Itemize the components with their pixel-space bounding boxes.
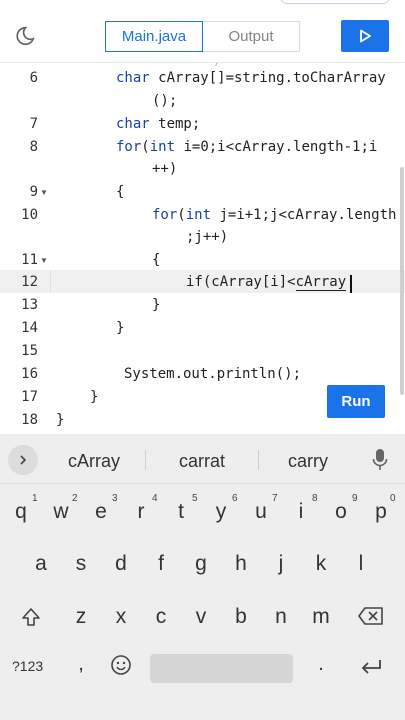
toolbar: Main.java Output [0,8,405,62]
code-line: { [116,184,125,200]
header-strip [0,0,405,8]
code-line: { [152,252,161,268]
code-line: } [116,320,125,336]
suggestion-3[interactable]: carry [272,451,344,472]
code-line: (); [152,93,178,109]
line-number: 10 [21,207,38,223]
symbols-key[interactable]: ?123 [12,658,43,674]
key-hint: 7 [272,493,278,504]
play-icon [360,29,371,43]
key-m[interactable]: m [306,605,336,629]
shift-icon[interactable] [20,606,42,628]
key-j[interactable]: j [266,552,296,576]
suggestion-2[interactable]: carrat [166,451,238,472]
code-line: } [152,297,161,313]
text-cursor [350,275,352,293]
emoji-icon[interactable] [110,654,132,676]
code-line: ++) [152,161,178,177]
key-hint: 9 [352,493,358,504]
code-line-active: if(cArray[i]<cArray [186,274,347,291]
line-number: 7 [29,116,38,132]
key-hint: 5 [192,493,198,504]
moon-icon[interactable] [14,25,36,47]
nav-bar-strip [0,710,405,720]
line-number: 15 [21,343,38,359]
key-k[interactable]: k [306,552,336,576]
key-comma[interactable]: , [66,653,96,676]
run-button[interactable]: Run [327,385,385,418]
scrolled-code-remnant: ‾‾‾‾‾‾‾ , [150,63,220,68]
key-hint: 0 [390,493,396,504]
editor-scrollbar[interactable] [400,167,404,395]
key-hint: 4 [152,493,158,504]
space-key[interactable] [150,654,293,683]
tab-output[interactable]: Output [203,21,300,52]
key-x[interactable]: x [106,605,136,629]
key-hint: 2 [72,493,78,504]
code-line: System.out.println(); [124,366,302,382]
line-number: 17 [21,389,38,405]
composing-word: cArray [295,274,347,291]
code-line: char temp; [116,116,201,132]
header-pill [280,0,390,4]
code-text: if(cArray[i]< [186,274,296,290]
suggestion-1[interactable]: cArray [58,451,130,472]
chevron-right-icon[interactable] [8,445,38,475]
key-g[interactable]: g [186,552,216,576]
code-line: for(int j=i+1;j<cArray.length [152,207,397,223]
key-a[interactable]: a [26,552,56,576]
code-editor[interactable]: ‾‾‾‾‾‾‾ , 6 7 8 9 ▼ 10 11 ▼ 12 13 14 15 … [0,62,405,434]
key-d[interactable]: d [106,552,136,576]
key-hint: 3 [112,493,118,504]
line-number: 13 [21,297,38,313]
run-top-button[interactable] [341,20,389,52]
key-f[interactable]: f [146,552,176,576]
key-hint: 1 [32,493,38,504]
code-line: } [90,389,99,405]
soft-keyboard: cArray carrat carry q w e r t y u i o p … [0,434,405,720]
key-n[interactable]: n [266,605,296,629]
suggestion-divider [258,450,259,470]
enter-icon[interactable] [360,658,384,676]
backspace-icon[interactable] [357,606,385,626]
tab-main-java[interactable]: Main.java [105,21,203,52]
code-line: ;j++) [186,229,229,245]
line-number: 16 [21,366,38,382]
line-number: 14 [21,320,38,336]
key-hint: 8 [312,493,318,504]
suggestion-bar: cArray carrat carry [0,434,405,484]
key-s[interactable]: s [66,552,96,576]
key-h[interactable]: h [226,552,256,576]
key-hint: 6 [232,493,238,504]
key-l[interactable]: l [346,552,376,576]
line-number: 11 [21,252,38,268]
fold-arrow-icon[interactable]: ▼ [40,188,48,197]
key-v[interactable]: v [186,605,216,629]
key-b[interactable]: b [226,605,256,629]
fold-arrow-icon[interactable]: ▼ [40,256,48,265]
code-line: } [56,412,65,428]
code-line: for(int i=0;i<cArray.length-1;i [116,139,378,155]
line-number: 9 [29,184,38,200]
key-c[interactable]: c [146,605,176,629]
mic-icon[interactable] [372,448,388,472]
line-number: 6 [29,70,38,86]
line-number: 8 [29,139,38,155]
line-number: 12 [21,274,38,290]
suggestion-divider [145,450,146,470]
key-z[interactable]: z [66,605,96,629]
line-number: 18 [21,412,38,428]
code-line: char cArray[]=string.toCharArray [116,70,386,86]
key-period[interactable]: . [306,653,336,676]
